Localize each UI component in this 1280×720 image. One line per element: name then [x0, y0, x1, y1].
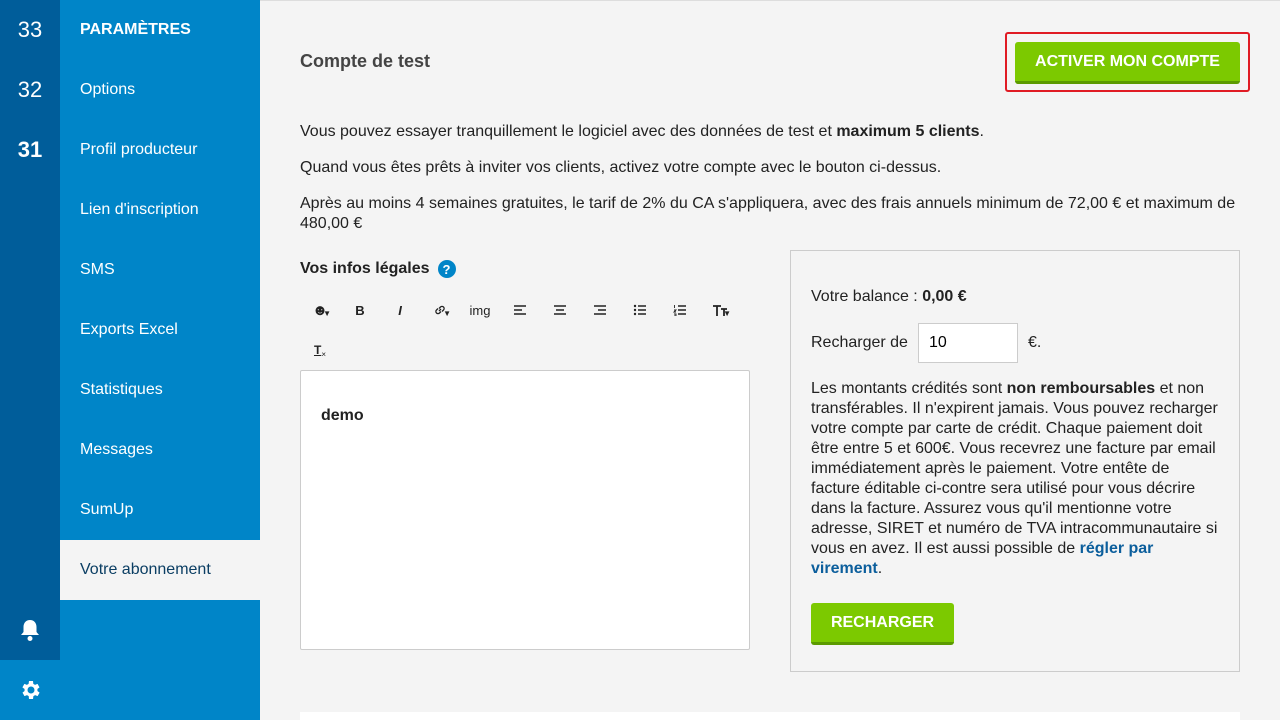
legal-info-editor[interactable]: demo	[300, 370, 750, 650]
balance-label: Votre balance :	[811, 288, 923, 305]
sidebar-item-options[interactable]: Options	[60, 60, 260, 120]
balance-value: 0,00 €	[922, 288, 967, 305]
balance-panel: Votre balance : 0,00 € Recharger de €. L…	[790, 250, 1240, 672]
align-right-icon[interactable]	[580, 290, 620, 330]
align-center-icon[interactable]	[540, 290, 580, 330]
bell-icon[interactable]	[0, 600, 60, 660]
bold-glyph: B	[355, 302, 365, 318]
sidebar-item-exports-excel[interactable]: Exports Excel	[60, 300, 260, 360]
balance-info-text: Les montants crédités sont non remboursa…	[811, 379, 1221, 579]
clear-format-glyph: T	[313, 343, 322, 357]
emoji-icon[interactable]: ☻ ▼	[300, 290, 340, 330]
legal-info-heading: Vos infos légales ?	[300, 260, 456, 278]
image-button[interactable]: img	[460, 290, 500, 330]
sidebar-item-statistiques[interactable]: Statistiques	[60, 360, 260, 420]
font-size-icon[interactable]: ▼	[700, 290, 740, 330]
pricing-paragraph: Après au moins 4 semaines gratuites, le …	[300, 195, 1236, 232]
rail-number-31[interactable]: 31	[0, 120, 60, 180]
recharge-button[interactable]: RECHARGER	[811, 603, 954, 645]
sidebar-item-abonnement[interactable]: Votre abonnement	[60, 540, 260, 600]
balance-info-bold: non remboursables	[1006, 380, 1156, 397]
sidebar-item-messages[interactable]: Messages	[60, 420, 260, 480]
sidebar-item-sumup[interactable]: SumUp	[60, 480, 260, 540]
recharge-row: Recharger de €.	[811, 323, 1041, 363]
page-title: Compte de test	[300, 51, 431, 71]
recharge-amount-input[interactable]	[917, 323, 1018, 363]
help-icon[interactable]: ?	[437, 260, 456, 278]
bullet-list-icon[interactable]	[620, 290, 660, 330]
intro-text: Vous pouvez essayer tranquillement le lo…	[300, 123, 837, 140]
rail-number-33[interactable]: 33	[0, 0, 60, 60]
gear-icon[interactable]	[0, 660, 60, 720]
numbered-list-icon[interactable]	[660, 290, 700, 330]
currency-label: €.	[1027, 334, 1042, 351]
balance-info-1: Les montants crédités sont	[811, 380, 1007, 397]
left-rail: 33 32 31	[0, 0, 60, 720]
sidebar-title: PARAMÈTRES	[80, 21, 191, 38]
balance-info-end: .	[877, 560, 883, 577]
main-content: Compte de test ACTIVER MON COMPTE Vous p…	[260, 0, 1280, 720]
clear-format-icon[interactable]: T ×	[300, 330, 340, 370]
balance-info-2: et non transférables. Il n'expirent jama…	[811, 380, 1218, 557]
rail-number-32[interactable]: 32	[0, 60, 60, 120]
intro-paragraph: Vous pouvez essayer tranquillement le lo…	[300, 122, 1250, 142]
balance-line: Votre balance : 0,00 €	[811, 288, 967, 306]
bold-button[interactable]: B	[340, 290, 380, 330]
settings-sidebar: PARAMÈTRES Options Profil producteur Lie…	[60, 0, 260, 720]
sidebar-item-lien-inscription[interactable]: Lien d'inscription	[60, 180, 260, 240]
legal-info-title: Vos infos légales	[300, 260, 430, 277]
italic-button[interactable]: I	[380, 290, 420, 330]
intro-end: .	[979, 123, 984, 140]
italic-glyph: I	[398, 302, 402, 318]
recharge-label: Recharger de	[811, 334, 908, 351]
link-icon[interactable]: ▼	[420, 290, 460, 330]
sidebar-item-profil-producteur[interactable]: Profil producteur	[60, 120, 260, 180]
activate-account-button[interactable]: ACTIVER MON COMPTE	[1015, 42, 1240, 84]
align-left-icon[interactable]	[500, 290, 540, 330]
sidebar-item-sms[interactable]: SMS	[60, 240, 260, 300]
editor-toolbar: ☻ ▼ B I ▼ img ▼ T ×	[300, 290, 750, 370]
intro-bold: maximum 5 clients	[836, 123, 980, 140]
activate-highlight: ACTIVER MON COMPTE	[1005, 32, 1250, 92]
next-section-strip	[300, 712, 1240, 720]
activate-paragraph: Quand vous êtes prêts à inviter vos clie…	[300, 159, 942, 176]
